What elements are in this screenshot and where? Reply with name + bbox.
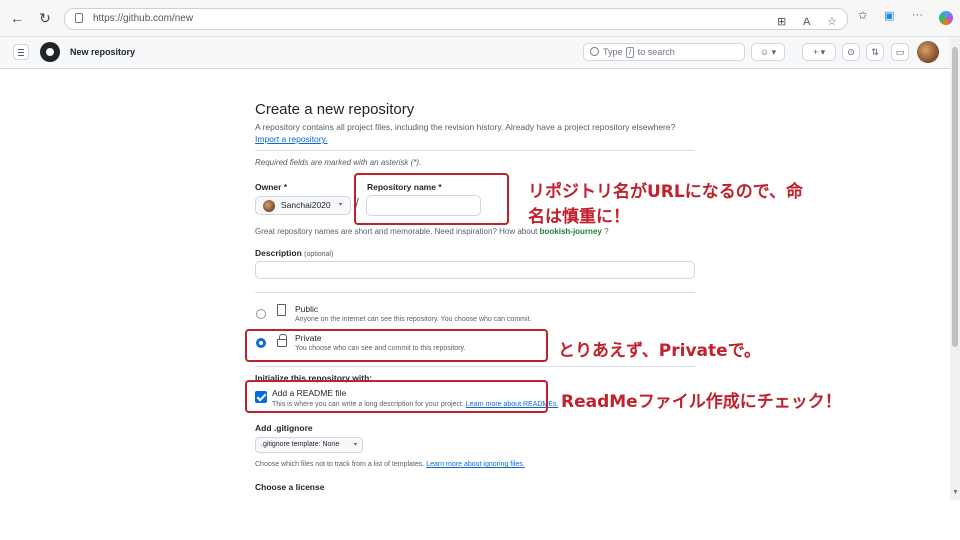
inbox-icon[interactable]: ▭ xyxy=(891,43,909,61)
search-input[interactable]: Type / to search xyxy=(583,43,745,61)
annotation-box-private xyxy=(245,329,548,362)
reload-icon[interactable]: ↻ xyxy=(36,9,54,27)
read-aloud-icon[interactable]: A xyxy=(803,12,810,32)
gitignore-template-select[interactable]: .gitignore template: None ▾ xyxy=(255,437,363,453)
owner-dropdown[interactable]: Sanchai2020 ▾ xyxy=(255,196,351,215)
page-context-title: New repository xyxy=(70,47,136,57)
owner-label: Owner * xyxy=(255,182,288,192)
description-label: Description (optional) xyxy=(255,248,334,258)
import-repository-link[interactable]: Import a repository. xyxy=(255,134,328,144)
grid-icon[interactable]: ⊞ xyxy=(777,12,786,32)
optional-tag: (optional) xyxy=(304,251,334,258)
menu-icon[interactable] xyxy=(13,44,29,60)
user-avatar[interactable] xyxy=(917,41,939,63)
create-caret-icon: ▾ xyxy=(820,47,826,57)
required-fields-note: Required fields are marked with an aster… xyxy=(255,158,422,167)
page-scrollbar[interactable]: ▼ xyxy=(950,37,960,500)
browser-toolbar: ← ↻ https://github.com/new ⊞ A ☆ ✩ ▣ ··· xyxy=(0,0,960,37)
scrollbar-thumb[interactable] xyxy=(952,47,958,347)
description-input[interactable] xyxy=(255,261,695,279)
visibility-public-radio[interactable] xyxy=(256,309,266,319)
page-title: Create a new repository xyxy=(255,101,415,118)
copilot-button[interactable]: ☺ ▾ xyxy=(751,43,785,61)
scroll-down-icon[interactable]: ▼ xyxy=(952,489,959,496)
favorites-bar-icon[interactable]: ✩ xyxy=(858,9,867,22)
divider xyxy=(255,150,695,151)
copilot-chat-icon: ☺ xyxy=(759,47,770,57)
owner-name: Sanchai2020 xyxy=(281,200,331,210)
search-suffix: to search xyxy=(637,47,675,57)
annotation-box-readme xyxy=(245,380,548,413)
copilot-icon[interactable] xyxy=(939,11,953,25)
issues-icon[interactable]: ⊙ xyxy=(842,43,860,61)
address-bar[interactable]: https://github.com/new ⊞ A ☆ xyxy=(64,8,848,30)
search-prefix: Type xyxy=(603,47,623,57)
annotation-repo-name-note: リポジトリ名がURLになるので、命 名は慎重に！ xyxy=(528,182,804,227)
pull-requests-icon[interactable]: ⇅ xyxy=(866,43,884,61)
annotation-box-repo-name xyxy=(354,173,509,225)
github-header: New repository Type / to search ☺ ▾ + ▾ … xyxy=(0,37,950,69)
page-description: A repository contains all project files,… xyxy=(255,122,676,132)
license-label: Choose a license xyxy=(255,482,325,492)
gitignore-hint: Choose which files not to track from a l… xyxy=(255,461,525,468)
public-title: Public xyxy=(295,304,319,314)
search-shortcut-key: / xyxy=(626,47,635,58)
gitignore-caret-icon: ▾ xyxy=(353,442,357,448)
back-icon[interactable]: ← xyxy=(8,9,26,27)
repo-book-icon xyxy=(277,304,286,316)
annotation-private-note: とりあえず、Privateで。 xyxy=(558,341,762,361)
copilot-caret-icon: ▾ xyxy=(771,47,777,57)
github-logo-icon[interactable] xyxy=(40,42,60,62)
site-info-icon[interactable] xyxy=(75,13,83,23)
address-url: https://github.com/new xyxy=(93,13,194,24)
gitignore-label: Add .gitignore xyxy=(255,423,313,433)
create-new-button[interactable]: + ▾ xyxy=(802,43,836,61)
favorite-icon[interactable]: ☆ xyxy=(827,12,837,32)
owner-caret-icon: ▾ xyxy=(339,202,343,208)
divider xyxy=(255,366,695,367)
divider xyxy=(255,292,695,293)
more-icon[interactable]: ··· xyxy=(912,9,923,21)
plus-icon: + xyxy=(812,47,819,57)
learn-more-ignoring-link[interactable]: Learn more about ignoring files. xyxy=(426,461,524,468)
public-description: Anyone on the internet can see this repo… xyxy=(295,316,532,323)
search-icon xyxy=(590,47,599,56)
annotation-readme-note: ReadMeファイル作成にチェック！ xyxy=(561,392,842,412)
owner-avatar xyxy=(263,200,275,212)
collections-icon[interactable]: ▣ xyxy=(884,9,894,22)
